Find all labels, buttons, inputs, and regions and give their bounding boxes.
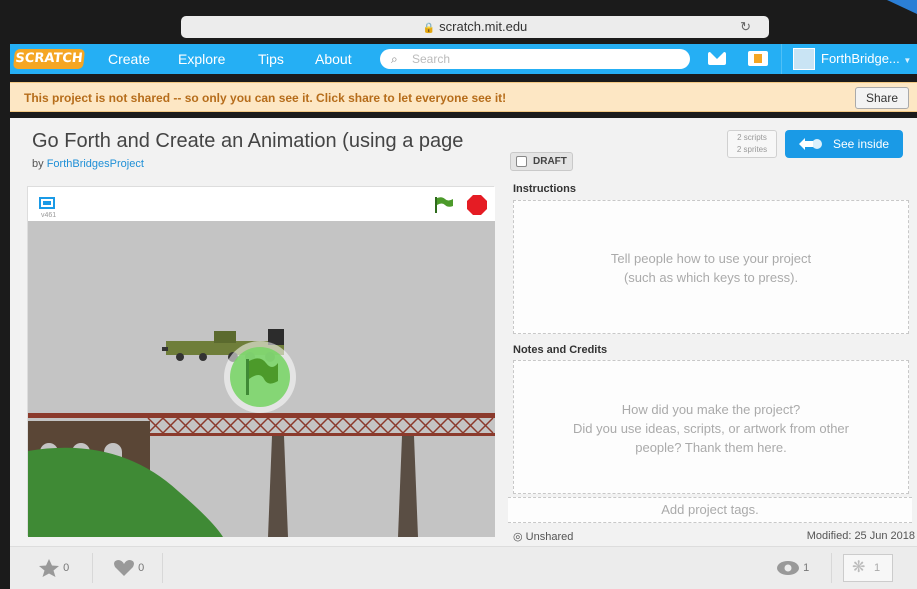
notes-placeholder-line-3: people? Thank them here. — [635, 440, 787, 455]
stat-divider — [92, 553, 93, 583]
stage-scene — [28, 329, 495, 537]
hill-sprite — [28, 447, 223, 537]
my-stuff-icon[interactable] — [748, 51, 768, 66]
eye-icon — [777, 561, 799, 576]
scripts-count: 2 scripts — [737, 133, 767, 142]
nav-tips[interactable]: Tips — [258, 51, 284, 67]
stat-divider — [162, 553, 163, 583]
player-controls: v461 — [28, 187, 495, 221]
search-input[interactable]: ⌕ Search — [380, 49, 690, 69]
favorite-button[interactable]: 0 — [38, 557, 69, 579]
favorite-count: 0 — [63, 562, 70, 574]
search-placeholder: Search — [412, 52, 451, 66]
scratch-logo[interactable]: SCRATCH — [12, 49, 86, 69]
remix-tree-icon: ❋ — [852, 559, 866, 576]
reload-icon[interactable]: ↻ — [740, 16, 751, 38]
by-label: by — [32, 158, 44, 170]
site-nav-bar: SCRATCH Create Explore Tips About ⌕ Sear… — [10, 44, 917, 74]
eye-off-icon: ◎ — [513, 531, 523, 543]
see-inside-icon — [799, 138, 822, 150]
window-corner-accent — [887, 0, 917, 14]
nav-divider — [781, 44, 782, 74]
notes-placeholder-line-1: How did you make the project? — [621, 402, 801, 417]
heart-icon — [114, 560, 134, 577]
avatar[interactable] — [793, 48, 815, 70]
stop-icon[interactable] — [467, 195, 487, 215]
draft-toggle[interactable]: DRAFT — [510, 152, 573, 171]
share-status-text: Unshared — [525, 531, 574, 543]
remix-count: ❋ 1 — [843, 554, 893, 582]
love-count: 0 — [138, 562, 145, 574]
project-stats-bar: 0 0 1 ❋ 1 — [10, 546, 917, 589]
url-text: scratch.mit.edu — [439, 19, 528, 34]
project-page: Go Forth and Create an Animation (using … — [10, 118, 917, 589]
username-menu[interactable]: ForthBridge... ▼ — [821, 51, 911, 66]
project-notes-panel: Instructions Tell people how to use your… — [505, 180, 917, 589]
fullscreen-icon[interactable] — [39, 197, 55, 209]
sprites-count: 2 sprites — [736, 145, 768, 154]
messages-icon[interactable] — [708, 52, 726, 65]
project-byline: by ForthBridgesProject — [32, 158, 144, 170]
notes-field[interactable]: How did you make the project? Did you us… — [513, 360, 909, 494]
share-button[interactable]: Share — [855, 87, 909, 109]
star-icon — [39, 559, 59, 578]
love-button[interactable]: 0 — [113, 557, 144, 579]
project-counts: 2 scripts 2 sprites — [727, 130, 777, 158]
modified-date: Modified: 25 Jun 2018 — [806, 530, 915, 542]
notes-placeholder-line-2: Did you use ideas, scripts, or artwork f… — [573, 421, 849, 436]
tags-field[interactable]: Add project tags. — [508, 497, 912, 523]
lock-icon: 🔒 — [422, 23, 436, 34]
share-status: ◎ Unshared — [513, 530, 573, 543]
banner-text: This project is not shared -- so only yo… — [24, 91, 507, 105]
username-text: ForthBridge... — [821, 51, 900, 66]
search-icon: ⌕ — [391, 52, 398, 66]
see-inside-label: See inside — [833, 137, 890, 151]
browser-address-bar[interactable]: 🔒 scratch.mit.edu ↻ — [181, 16, 769, 38]
nav-create[interactable]: Create — [108, 51, 150, 67]
draft-label: DRAFT — [533, 156, 567, 167]
instructions-label: Instructions — [513, 183, 576, 195]
author-link[interactable]: ForthBridgesProject — [47, 158, 144, 170]
instructions-field[interactable]: Tell people how to use your project (suc… — [513, 200, 909, 334]
start-overlay-button[interactable] — [224, 341, 296, 413]
not-shared-banner: This project is not shared -- so only yo… — [10, 82, 917, 112]
project-title[interactable]: Go Forth and Create an Animation (using … — [32, 130, 494, 153]
instructions-placeholder-line-1: Tell people how to use your project — [610, 251, 812, 266]
view-count: 1 — [776, 557, 809, 579]
see-inside-button[interactable]: See inside — [785, 130, 903, 158]
nav-explore[interactable]: Explore — [178, 51, 225, 67]
player-version: v461 — [41, 212, 57, 219]
project-player: v461 — [27, 186, 495, 537]
notes-label: Notes and Credits — [513, 344, 608, 356]
nav-about[interactable]: About — [315, 51, 352, 67]
project-stage[interactable] — [28, 221, 495, 537]
remix-count-value: 1 — [874, 562, 881, 574]
view-count-value: 1 — [803, 562, 810, 574]
instructions-placeholder-line-2: (such as which keys to press). — [623, 270, 799, 285]
stat-divider — [831, 553, 832, 583]
chevron-down-icon: ▼ — [903, 56, 912, 65]
draft-checkbox[interactable] — [516, 156, 527, 167]
green-flag-icon[interactable] — [434, 196, 454, 214]
